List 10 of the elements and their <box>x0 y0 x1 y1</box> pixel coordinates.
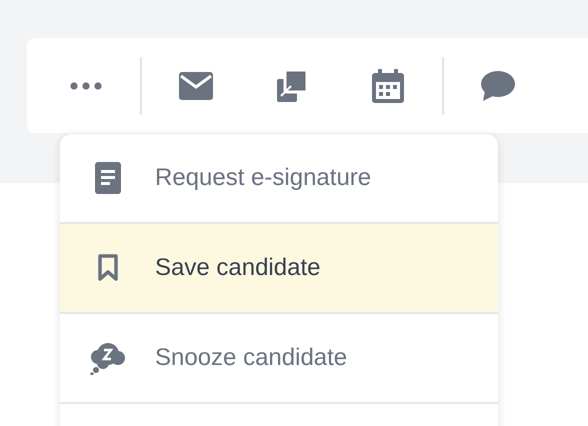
bookmark-icon <box>97 254 119 282</box>
more-icon <box>69 80 103 90</box>
mail-icon <box>179 72 213 100</box>
document-icon <box>95 162 121 194</box>
menu-item[interactable]: Save candidate <box>60 224 498 314</box>
calendar-icon <box>372 68 404 102</box>
menu-item[interactable]: Snooze candidate <box>60 314 498 404</box>
chat-bubble-icon <box>481 70 515 100</box>
copy-icon <box>277 70 307 102</box>
snooze-icon <box>90 341 126 375</box>
